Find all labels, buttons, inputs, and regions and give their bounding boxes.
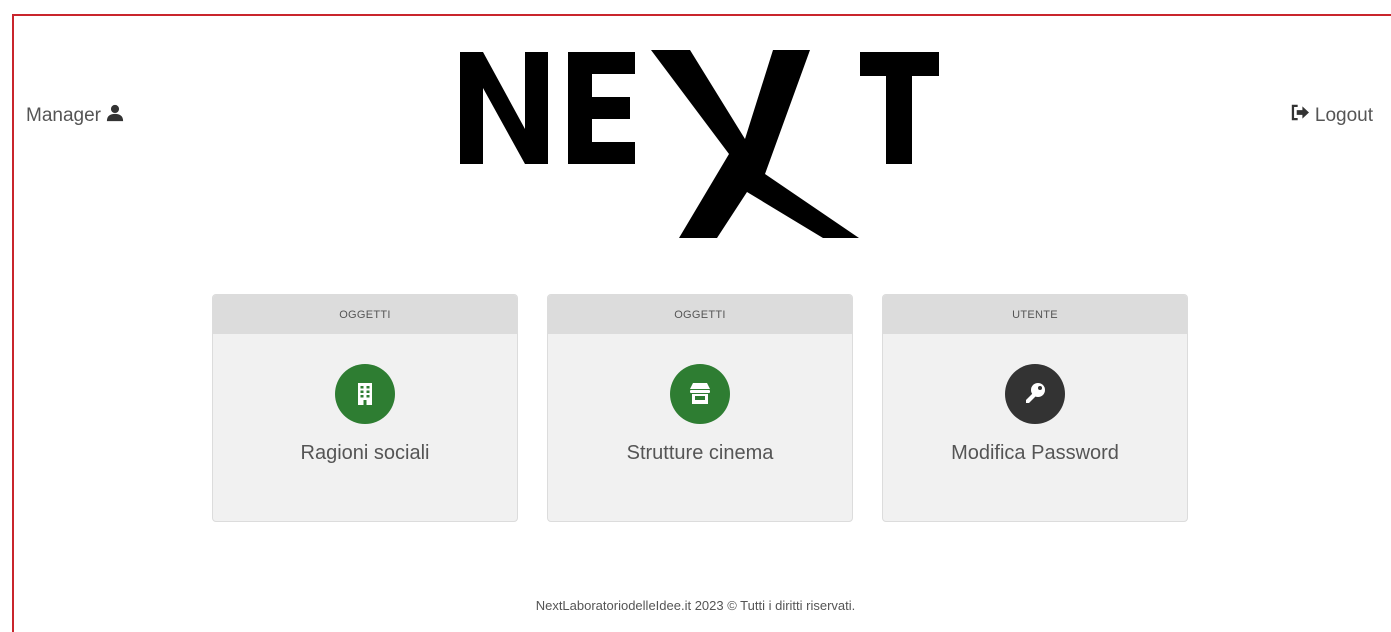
user-icon xyxy=(106,104,124,128)
dashboard-cards: OGGETTI Ragioni sociali OGGETTI Struttur… xyxy=(212,294,1188,522)
card-modifica-password[interactable]: UTENTE Modifica Password xyxy=(882,294,1188,522)
next-logo xyxy=(455,44,945,244)
logout-label: Logout xyxy=(1314,104,1373,126)
card-title: Ragioni sociali xyxy=(300,442,430,464)
card-title: Modifica Password xyxy=(951,442,1119,464)
logout-button[interactable]: Logout xyxy=(1291,104,1373,127)
sign-out-icon xyxy=(1291,104,1310,127)
footer-copyright: NextLaboratoriodelleIdee.it 2023 © Tutti… xyxy=(535,598,856,613)
card-ragioni-sociali[interactable]: OGGETTI Ragioni sociali xyxy=(212,294,518,522)
store-icon xyxy=(670,364,730,424)
card-strutture-cinema[interactable]: OGGETTI Strutture cinema xyxy=(547,294,853,522)
key-icon xyxy=(1005,364,1065,424)
card-title: Strutture cinema xyxy=(626,442,774,464)
user-menu[interactable]: Manager xyxy=(26,104,124,128)
card-category: OGGETTI xyxy=(213,295,517,334)
user-label: Manager xyxy=(26,105,101,126)
building-icon xyxy=(335,364,395,424)
card-category: UTENTE xyxy=(883,295,1187,334)
card-category: OGGETTI xyxy=(548,295,852,334)
